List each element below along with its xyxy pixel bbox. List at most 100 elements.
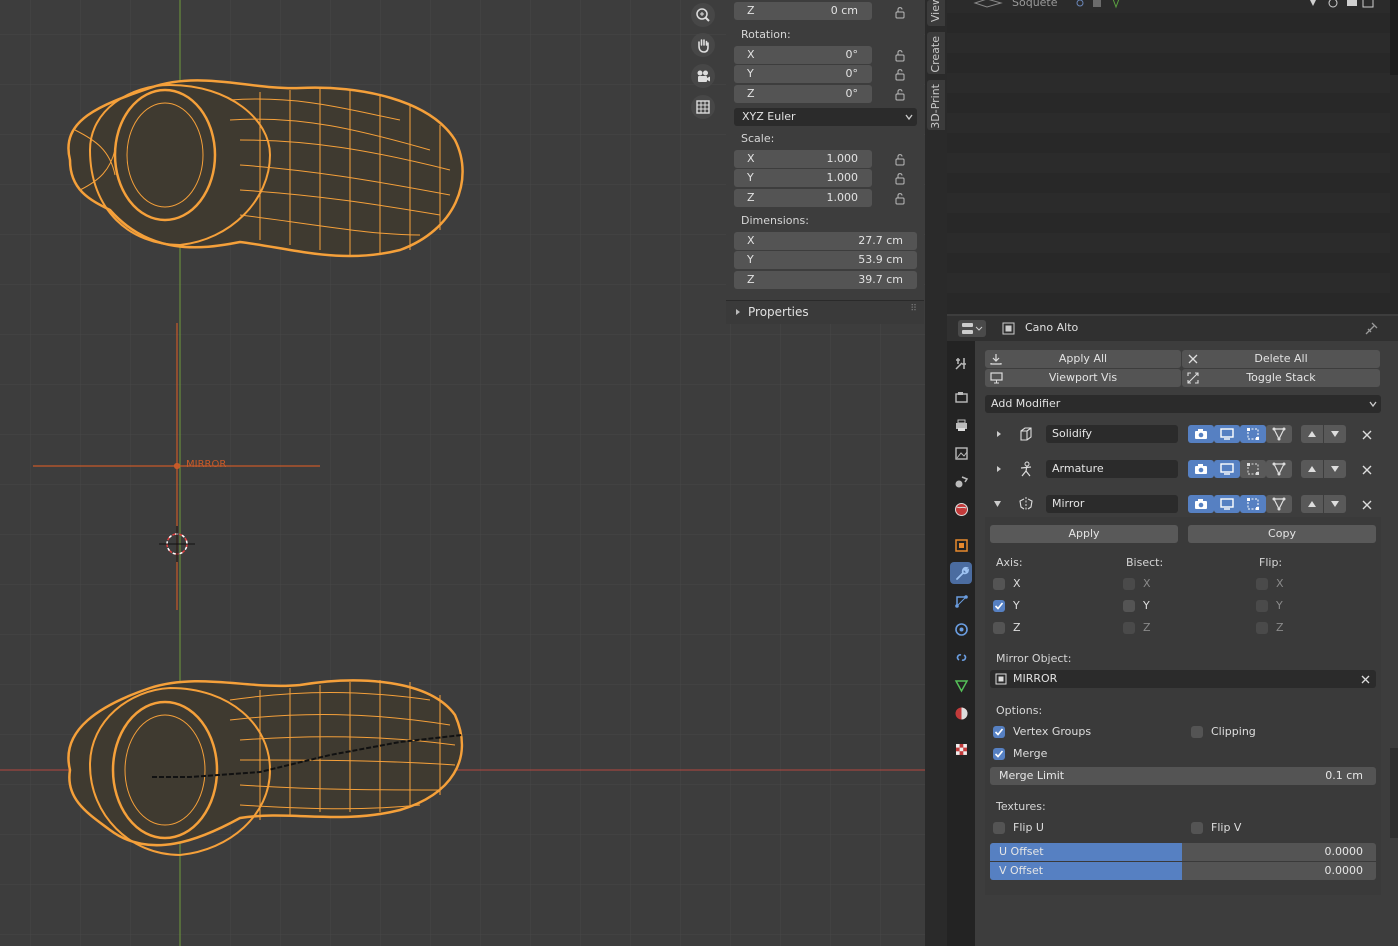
dimension-x-field[interactable]: X 27.7 cm <box>734 232 917 250</box>
axis-z-checkbox[interactable] <box>993 622 1005 634</box>
flip-y-checkbox[interactable] <box>1256 600 1268 612</box>
merge-checkbox[interactable] <box>993 748 1005 760</box>
pin-icon[interactable] <box>1365 321 1379 335</box>
zoom-icon[interactable] <box>691 3 715 27</box>
tab-modifiers[interactable] <box>950 562 972 584</box>
mirror-object-field[interactable]: MIRROR <box>990 670 1376 688</box>
viewport-toggle[interactable] <box>1214 495 1240 513</box>
apply-button[interactable]: Apply <box>990 525 1178 543</box>
tab-tool[interactable] <box>950 352 972 374</box>
v-offset-slider[interactable]: V Offset 0.0000 <box>990 862 1376 880</box>
viewport-toggle[interactable] <box>1214 425 1240 443</box>
move-up-button[interactable] <box>1301 495 1323 513</box>
tab-scene[interactable] <box>950 470 972 492</box>
close-icon[interactable] <box>1362 500 1372 510</box>
render-toggle[interactable] <box>1188 460 1214 478</box>
vertex-groups-checkbox[interactable] <box>993 726 1005 738</box>
tab-particles[interactable] <box>950 590 972 612</box>
properties-subpanel-header[interactable]: Properties ⠿ <box>726 300 924 324</box>
move-down-button[interactable] <box>1324 425 1346 443</box>
dimension-y-field[interactable]: Y 53.9 cm <box>734 251 917 269</box>
lock-icon[interactable] <box>893 191 907 205</box>
add-modifier-dropdown[interactable]: Add Modifier <box>985 395 1381 413</box>
lock-icon[interactable] <box>893 67 907 81</box>
rotation-mode-select[interactable]: XYZ Euler <box>734 108 917 126</box>
axis-x-checkbox[interactable] <box>993 578 1005 590</box>
modifier-solidify[interactable]: Solidify <box>985 421 1381 447</box>
visibility-icons[interactable] <box>1307 0 1377 10</box>
properties-scrollbar[interactable] <box>1390 748 1398 838</box>
lock-icon[interactable] <box>893 152 907 166</box>
tab-view[interactable]: View <box>927 0 945 26</box>
lock-icon[interactable] <box>893 87 907 101</box>
dimension-z-field[interactable]: Z 39.7 cm <box>734 271 917 289</box>
on-cage-toggle[interactable] <box>1266 425 1292 443</box>
lock-icon[interactable] <box>893 48 907 62</box>
scale-y-field[interactable]: Y 1.000 <box>734 169 872 187</box>
move-down-button[interactable] <box>1324 495 1346 513</box>
copy-button[interactable]: Copy <box>1188 525 1376 543</box>
flip-x-checkbox[interactable] <box>1256 578 1268 590</box>
chevron-right-icon[interactable] <box>995 465 1003 473</box>
tab-texture[interactable] <box>950 738 972 760</box>
tab-constraints[interactable] <box>950 646 972 668</box>
tab-object[interactable] <box>950 534 972 556</box>
editmode-toggle[interactable] <box>1240 495 1266 513</box>
scale-x-field[interactable]: X 1.000 <box>734 150 872 168</box>
modifier-armature[interactable]: Armature <box>985 456 1381 482</box>
tab-3d-print[interactable]: 3D-Print <box>927 80 945 130</box>
chevron-right-icon[interactable] <box>995 430 1003 438</box>
clipping-checkbox[interactable] <box>1191 726 1203 738</box>
scale-z-field[interactable]: Z 1.000 <box>734 189 872 207</box>
apply-all-button[interactable]: Apply All <box>985 350 1181 368</box>
move-up-button[interactable] <box>1301 425 1323 443</box>
tab-output[interactable] <box>950 414 972 436</box>
toggle-stack-button[interactable]: Toggle Stack <box>1182 369 1380 387</box>
render-toggle[interactable] <box>1188 495 1214 513</box>
modifier-name-field[interactable]: Solidify <box>1046 425 1178 443</box>
flip-u-checkbox[interactable] <box>993 822 1005 834</box>
lock-icon[interactable] <box>893 5 907 19</box>
on-cage-toggle[interactable] <box>1266 460 1292 478</box>
rotation-y-field[interactable]: Y 0° <box>734 65 872 83</box>
tab-render[interactable] <box>950 386 972 408</box>
tab-material[interactable] <box>950 702 972 724</box>
tab-world[interactable] <box>950 498 972 520</box>
tab-data[interactable] <box>950 674 972 696</box>
editor-type-button[interactable] <box>958 320 986 337</box>
drag-handle-icon[interactable]: ⠿ <box>910 304 918 314</box>
bisect-y-checkbox[interactable] <box>1123 600 1135 612</box>
tab-create[interactable]: Create <box>927 32 945 74</box>
axis-y-checkbox[interactable] <box>993 600 1005 612</box>
modifier-name-field[interactable]: Armature <box>1046 460 1178 478</box>
viewport-vis-button[interactable]: Viewport Vis <box>985 369 1181 387</box>
camera-icon[interactable] <box>691 64 715 88</box>
u-offset-slider[interactable]: U Offset 0.0000 <box>990 843 1376 861</box>
merge-limit-field[interactable]: Merge Limit 0.1 cm <box>990 767 1376 785</box>
editmode-toggle[interactable] <box>1240 425 1266 443</box>
editmode-toggle[interactable] <box>1240 460 1266 478</box>
outliner-scrollbar[interactable] <box>1390 0 1398 75</box>
delete-all-button[interactable]: Delete All <box>1182 350 1380 368</box>
move-down-button[interactable] <box>1324 460 1346 478</box>
flip-z-checkbox[interactable] <box>1256 622 1268 634</box>
on-cage-toggle[interactable] <box>1266 495 1292 513</box>
move-up-button[interactable] <box>1301 460 1323 478</box>
render-toggle[interactable] <box>1188 425 1214 443</box>
modifier-mirror[interactable]: Mirror <box>985 491 1381 517</box>
bisect-z-checkbox[interactable] <box>1123 622 1135 634</box>
bisect-x-checkbox[interactable] <box>1123 578 1135 590</box>
tab-physics[interactable] <box>950 618 972 640</box>
hand-pan-icon[interactable] <box>691 33 715 57</box>
close-icon[interactable] <box>1361 675 1370 684</box>
tab-view-layer[interactable] <box>950 442 972 464</box>
chevron-down-icon[interactable] <box>993 500 1002 508</box>
flip-v-checkbox[interactable] <box>1191 822 1203 834</box>
modifier-name-field[interactable]: Mirror <box>1046 495 1178 513</box>
rotation-x-field[interactable]: X 0° <box>734 46 872 64</box>
viewport-toggle[interactable] <box>1214 460 1240 478</box>
location-z-field[interactable]: Z 0 cm <box>734 2 872 20</box>
close-icon[interactable] <box>1362 465 1372 475</box>
outliner-row[interactable]: Soquete <box>947 0 1390 13</box>
close-icon[interactable] <box>1362 430 1372 440</box>
